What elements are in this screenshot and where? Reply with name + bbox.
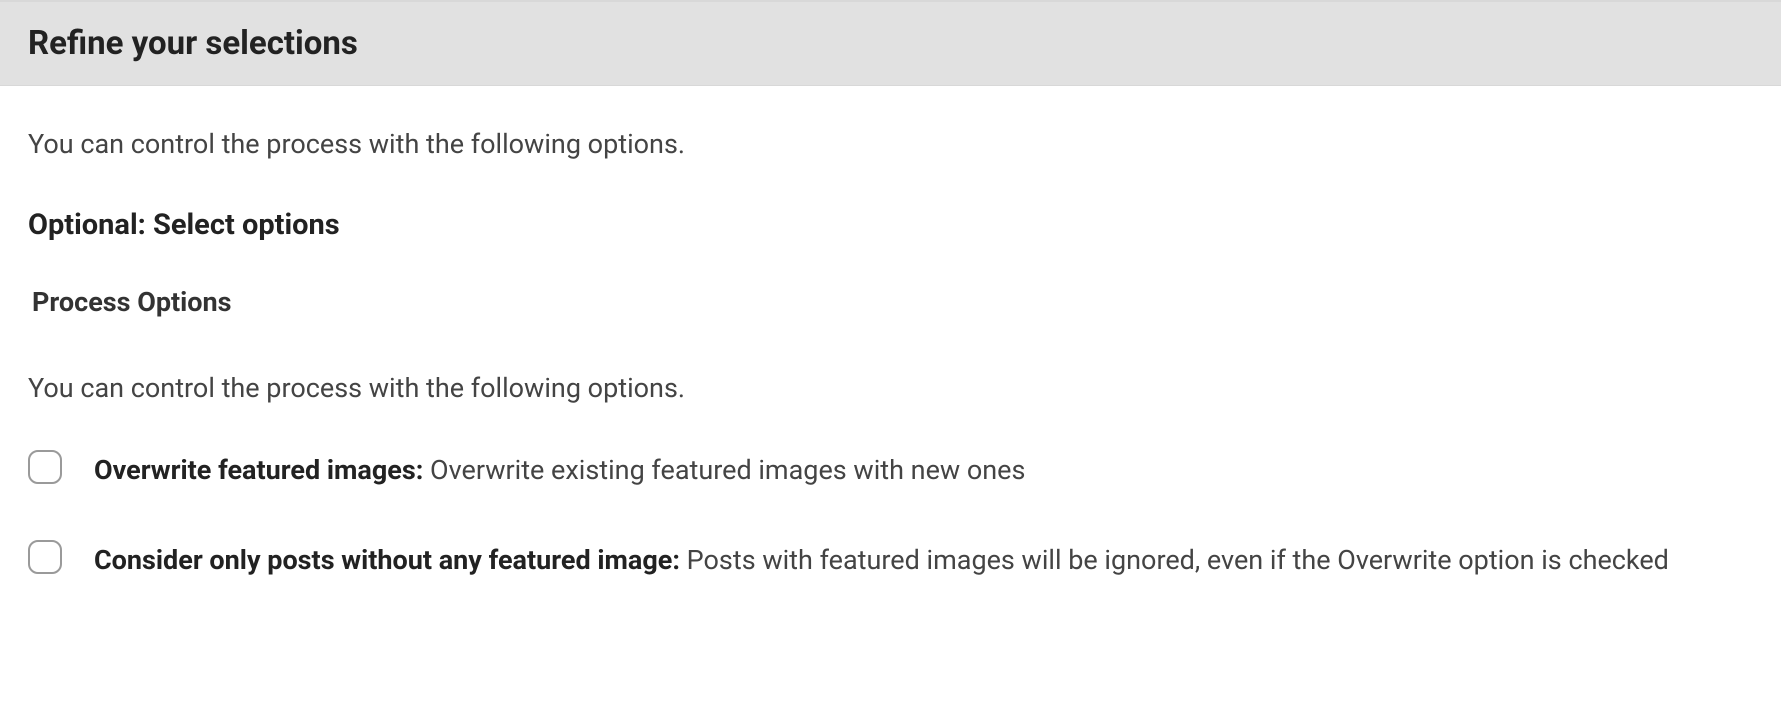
consider-only-desc: Posts with featured images will be ignor… bbox=[680, 544, 1669, 576]
overwrite-label: Overwrite featured images: Overwrite exi… bbox=[94, 448, 1753, 494]
intro-text: You can control the process with the fol… bbox=[28, 128, 1753, 160]
option-consider-only: Consider only posts without any featured… bbox=[28, 538, 1753, 584]
optional-subheading: Optional: Select options bbox=[28, 208, 1753, 242]
process-options-label: Process Options bbox=[32, 286, 1753, 318]
consider-only-label: Consider only posts without any featured… bbox=[94, 538, 1753, 584]
consider-only-bold: Consider only posts without any featured… bbox=[94, 544, 680, 576]
consider-only-checkbox[interactable] bbox=[28, 540, 62, 574]
section-title: Refine your selections bbox=[28, 24, 1753, 63]
content-area: You can control the process with the fol… bbox=[0, 128, 1781, 584]
overwrite-bold: Overwrite featured images: bbox=[94, 454, 423, 486]
process-options-desc: You can control the process with the fol… bbox=[28, 372, 1753, 404]
section-header: Refine your selections bbox=[0, 0, 1781, 86]
overwrite-checkbox[interactable] bbox=[28, 450, 62, 484]
overwrite-desc: Overwrite existing featured images with … bbox=[423, 454, 1025, 486]
option-overwrite: Overwrite featured images: Overwrite exi… bbox=[28, 448, 1753, 494]
